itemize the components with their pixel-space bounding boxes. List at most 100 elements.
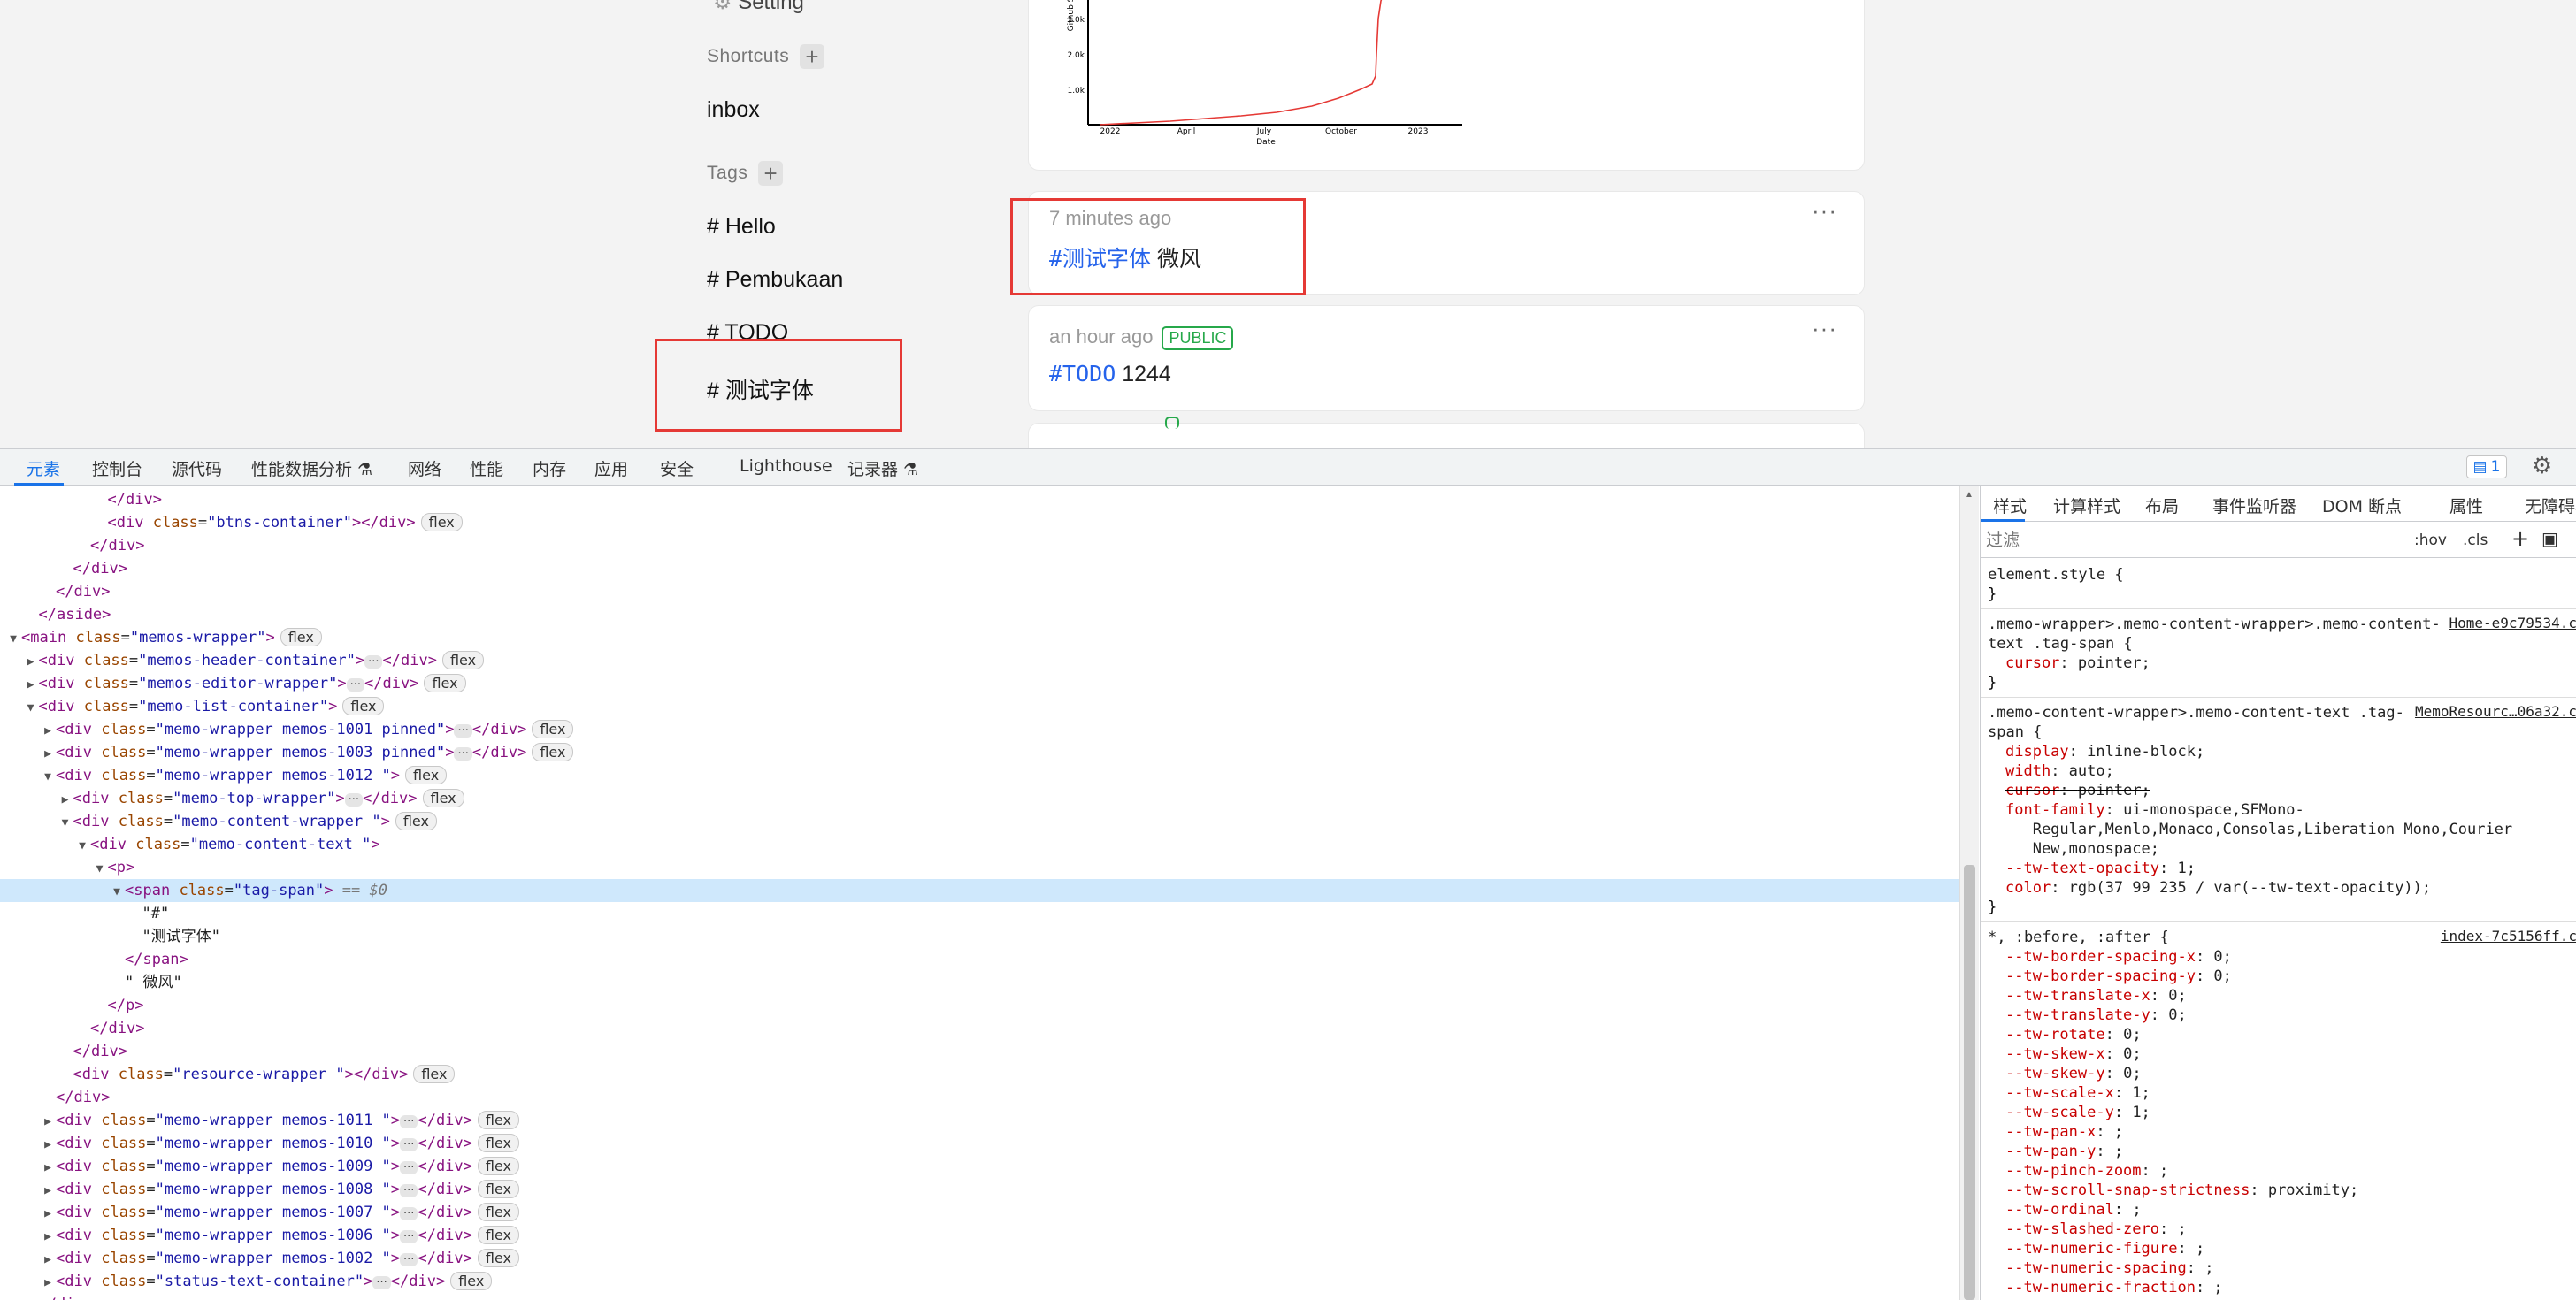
- layout-badge[interactable]: flex: [477, 1180, 520, 1198]
- css-property[interactable]: --tw-text-opacity: 1;: [2005, 859, 2196, 878]
- css-property[interactable]: cursor: pointer;: [2005, 781, 2150, 800]
- sidebar-tag-pembukaan[interactable]: # Pembukaan: [707, 267, 843, 293]
- styles-subtab[interactable]: 无障碍功能: [2525, 493, 2576, 517]
- dom-node-line[interactable]: </span>: [0, 948, 1959, 971]
- dom-node-line[interactable]: </aside>: [0, 603, 1959, 626]
- dom-node-line[interactable]: ▶ <div class="memo-wrapper memos-1008 "> ·…: [0, 1178, 1959, 1201]
- dom-node-line[interactable]: ▶ <div class="memo-wrapper memos-1002 "> ·…: [0, 1247, 1959, 1270]
- expand-toggle-icon[interactable]: ▶: [40, 1180, 56, 1203]
- styles-subtab[interactable]: 计算样式: [2053, 493, 2120, 517]
- expand-toggle-icon[interactable]: ▶: [40, 1157, 56, 1180]
- layout-badge[interactable]: flex: [532, 720, 574, 738]
- dom-node-line[interactable]: ▼ <div class="memo-wrapper memos-1012 "> f…: [0, 764, 1959, 787]
- css-source-link[interactable]: Home-e9c79534.c: [2450, 615, 2576, 631]
- gear-icon[interactable]: ⚙: [2532, 453, 2552, 479]
- devtools-tab[interactable]: 应用: [594, 456, 628, 480]
- expand-toggle-icon[interactable]: ▶: [40, 1111, 56, 1134]
- expand-toggle-icon[interactable]: ▶: [58, 789, 73, 812]
- expand-toggle-icon[interactable]: ▶: [40, 1249, 56, 1272]
- dom-node-line[interactable]: </div>: [0, 1040, 1959, 1063]
- expand-toggle-icon[interactable]: ▼: [5, 628, 21, 651]
- css-source-link[interactable]: MemoResourc…06a32.c: [2415, 703, 2576, 720]
- dom-node-line[interactable]: ▶ <div class="memo-wrapper memos-1010 "> ·…: [0, 1132, 1959, 1155]
- css-property[interactable]: --tw-ordinal: ;: [2005, 1200, 2142, 1220]
- css-property[interactable]: display: inline-block;: [2005, 742, 2204, 761]
- layout-badge[interactable]: flex: [441, 651, 485, 669]
- layout-badge[interactable]: flex: [424, 674, 466, 692]
- sidebar-item-setting[interactable]: ⚙ Setting: [713, 0, 804, 15]
- layout-badge[interactable]: flex: [477, 1111, 520, 1129]
- dom-node-line[interactable]: ▶ <div class="memo-wrapper memos-1006 "> ·…: [0, 1224, 1959, 1247]
- dom-node-line[interactable]: "测试字体": [0, 925, 1959, 948]
- shortcut-item-inbox[interactable]: inbox: [707, 97, 760, 123]
- devtools-tab[interactable]: 控制台: [92, 456, 142, 480]
- more-options-icon[interactable]: ···: [1812, 197, 1837, 225]
- issues-counter-button[interactable]: ▤ 1: [2466, 455, 2507, 478]
- elements-tree[interactable]: </div> <div class="btns-container"></div>…: [0, 486, 1959, 1300]
- expand-toggle-icon[interactable]: ▶: [40, 1134, 56, 1157]
- devtools-tab[interactable]: 源代码: [172, 456, 222, 480]
- expand-toggle-icon[interactable]: ▶: [40, 1272, 56, 1295]
- scroll-up-arrow-icon[interactable]: ▲: [1965, 490, 1974, 500]
- css-selector[interactable]: element.style {: [1988, 565, 2124, 585]
- css-selector[interactable]: .memo-content-wrapper>.memo-content-text…: [1988, 703, 2404, 723]
- dom-node-line[interactable]: </p>: [0, 994, 1959, 1017]
- css-property[interactable]: --tw-border-spacing-x: 0;: [2005, 947, 2232, 967]
- devtools-tab[interactable]: 性能: [470, 456, 503, 480]
- dom-node-line[interactable]: ▼ <span class="tag-span"> == $0: [0, 879, 1959, 902]
- memo-tag-span[interactable]: #TODO: [1049, 361, 1116, 386]
- css-property[interactable]: --tw-skew-y: 0;: [2005, 1064, 2142, 1083]
- css-property[interactable]: --tw-numeric-figure: ;: [2005, 1239, 2204, 1258]
- layout-badge[interactable]: flex: [477, 1226, 520, 1244]
- dom-node-line[interactable]: </div>: [0, 557, 1959, 580]
- expand-toggle-icon[interactable]: ▼: [23, 697, 39, 720]
- css-property[interactable]: --tw-pinch-zoom: ;: [2005, 1161, 2168, 1181]
- expand-toggle-icon[interactable]: ▼: [109, 881, 125, 904]
- dom-node-line[interactable]: </div>: [0, 580, 1959, 603]
- css-property[interactable]: width: auto;: [2005, 761, 2114, 781]
- dom-node-line[interactable]: ▶ <div class="memo-wrapper memos-1007 "> ·…: [0, 1201, 1959, 1224]
- css-property[interactable]: --tw-translate-x: 0;: [2005, 986, 2187, 1006]
- computed-sidebar-icon[interactable]: ▣: [2542, 528, 2558, 549]
- expand-toggle-icon[interactable]: ▼: [58, 812, 73, 835]
- css-property[interactable]: --tw-pan-x: ;: [2005, 1122, 2123, 1142]
- styles-subtab[interactable]: 事件监听器: [2212, 493, 2296, 517]
- sidebar-tag-hello[interactable]: # Hello: [707, 214, 776, 240]
- dom-node-line[interactable]: </div>: [0, 1293, 1959, 1300]
- class-toggle[interactable]: .cls: [2463, 531, 2488, 549]
- dom-node-line[interactable]: </div>: [0, 534, 1959, 557]
- elements-scrollbar[interactable]: ▲: [1959, 486, 1979, 1300]
- styles-filter-input[interactable]: [1986, 528, 2393, 553]
- styles-subtab[interactable]: 布局: [2145, 493, 2179, 517]
- add-tag-button[interactable]: +: [758, 161, 784, 186]
- devtools-tab[interactable]: 网络: [408, 456, 441, 480]
- expand-toggle-icon[interactable]: ▶: [40, 743, 56, 766]
- css-property[interactable]: --tw-translate-y: 0;: [2005, 1006, 2187, 1025]
- expand-toggle-icon[interactable]: ▼: [92, 858, 108, 881]
- new-style-rule-icon[interactable]: +: [2511, 526, 2529, 551]
- expand-toggle-icon[interactable]: ▶: [23, 674, 39, 697]
- dom-node-line[interactable]: ▶ <div class="memos-editor-wrapper"> ··· </…: [0, 672, 1959, 695]
- layout-badge[interactable]: flex: [422, 789, 464, 807]
- layout-badge[interactable]: flex: [477, 1249, 520, 1267]
- expand-toggle-icon[interactable]: ▼: [40, 766, 56, 789]
- css-source-link[interactable]: index-7c5156ff.c: [2441, 928, 2576, 944]
- css-property[interactable]: --tw-numeric-spacing: ;: [2005, 1258, 2213, 1278]
- layout-badge[interactable]: flex: [477, 1203, 520, 1221]
- css-property[interactable]: --tw-border-spacing-y: 0;: [2005, 967, 2232, 986]
- layout-badge[interactable]: flex: [477, 1134, 520, 1152]
- css-property[interactable]: --tw-scale-x: 1;: [2005, 1083, 2150, 1103]
- layout-badge[interactable]: flex: [477, 1157, 520, 1175]
- css-property[interactable]: cursor: pointer;: [2005, 654, 2150, 673]
- dom-node-line[interactable]: ▶ <div class="memo-wrapper memos-1011 "> ·…: [0, 1109, 1959, 1132]
- layout-badge[interactable]: flex: [280, 628, 322, 646]
- dom-node-line[interactable]: ▶ <div class="memo-top-wrapper"> ··· </div>…: [0, 787, 1959, 810]
- dom-node-line[interactable]: <div class="btns-container"></div> flex: [0, 511, 1959, 534]
- layout-badge[interactable]: flex: [413, 1065, 456, 1083]
- expand-toggle-icon[interactable]: ▶: [40, 1203, 56, 1226]
- css-selector[interactable]: span {: [1988, 723, 2042, 742]
- hover-state-toggle[interactable]: :hov: [2414, 531, 2447, 549]
- dom-node-line[interactable]: ▼ <main class="memos-wrapper"> flex: [0, 626, 1959, 649]
- dom-node-line[interactable]: " 微风": [0, 971, 1959, 994]
- css-selector[interactable]: text .tag-span {: [1988, 634, 2133, 654]
